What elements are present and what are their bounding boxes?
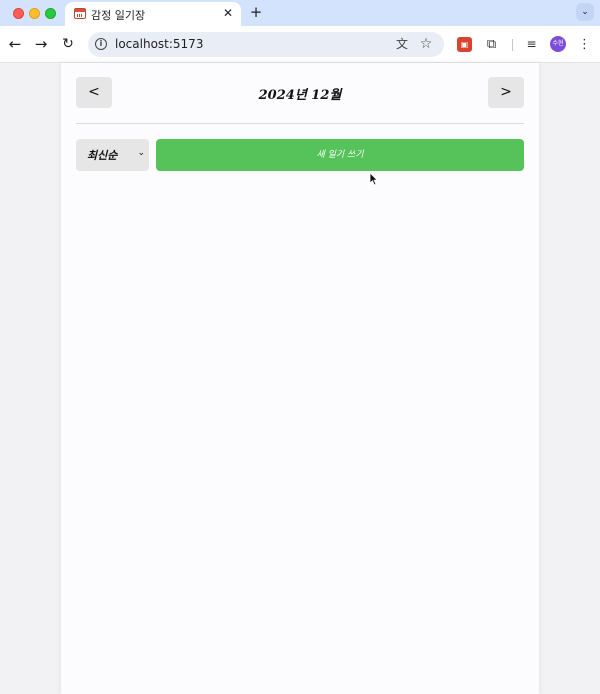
tab-close-icon[interactable]: ✕ xyxy=(221,6,235,20)
profile-avatar[interactable]: 수현 xyxy=(550,36,566,52)
url-text[interactable]: localhost:5173 xyxy=(115,37,203,51)
minimize-window-button[interactable] xyxy=(29,8,40,19)
browser-menu-icon[interactable]: ⋮ xyxy=(577,37,592,52)
tab-search-button[interactable]: ⌄ xyxy=(576,3,594,21)
new-diary-button[interactable]: 새 일기 쓰기 xyxy=(156,139,524,171)
bookmark-star-icon[interactable]: ☆ xyxy=(418,36,434,52)
sort-order-select[interactable]: 최신순 ⌄ xyxy=(76,139,149,171)
next-month-button[interactable]: > xyxy=(488,77,524,108)
mouse-cursor-icon xyxy=(369,172,379,186)
site-info-icon[interactable]: i xyxy=(95,38,107,50)
forward-button[interactable]: → xyxy=(32,35,50,53)
address-bar[interactable]: i localhost:5173 文 ☆ xyxy=(88,32,444,57)
month-title: 2024년 12월 xyxy=(258,88,342,103)
diary-app: < 2024년 12월 > 최신순 ⌄ 새 일기 쓰기 xyxy=(61,63,539,694)
chevron-down-icon: ⌄ xyxy=(137,148,145,158)
header-divider xyxy=(76,123,524,124)
translate-icon[interactable]: 文 xyxy=(394,36,410,52)
reload-button[interactable]: ↻ xyxy=(59,35,77,53)
extension-icon[interactable]: ▣ xyxy=(457,37,472,52)
prev-month-button[interactable]: < xyxy=(76,77,112,108)
browser-toolbar: ← → ↻ i localhost:5173 文 ☆ ▣ ⧉ ≡ 수현 ⋮ xyxy=(0,26,600,63)
browser-tab-active[interactable]: 감정 일기장 ✕ xyxy=(65,2,241,26)
page-viewport: < 2024년 12월 > 최신순 ⌄ 새 일기 쓰기 xyxy=(0,63,600,694)
diary-controls: 최신순 ⌄ 새 일기 쓰기 xyxy=(76,139,524,171)
calendar-favicon-icon xyxy=(74,8,86,19)
new-tab-button[interactable]: + xyxy=(248,4,264,20)
tab-title: 감정 일기장 xyxy=(91,9,146,22)
close-window-button[interactable] xyxy=(13,8,24,19)
toolbar-divider xyxy=(512,39,513,51)
extensions-puzzle-icon[interactable]: ⧉ xyxy=(484,37,499,52)
media-control-icon[interactable]: ≡ xyxy=(524,37,539,52)
sort-selected-value: 최신순 xyxy=(87,149,118,162)
month-header: < 2024년 12월 > xyxy=(76,77,524,108)
browser-tab-bar: 감정 일기장 ✕ + ⌄ xyxy=(0,0,600,26)
back-button[interactable]: ← xyxy=(6,35,24,53)
maximize-window-button[interactable] xyxy=(45,8,56,19)
